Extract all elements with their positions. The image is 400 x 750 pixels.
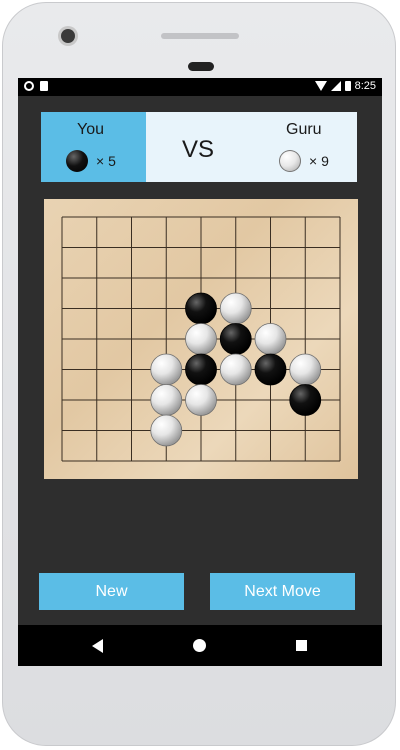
black-stone	[254, 353, 287, 386]
white-stone	[150, 353, 183, 386]
next-move-button[interactable]: Next Move	[210, 573, 355, 610]
white-stone	[185, 384, 217, 416]
android-nav-bar	[18, 625, 382, 666]
cell-signal-icon	[330, 81, 341, 91]
sd-card-icon	[40, 81, 48, 91]
board-grid[interactable]	[44, 199, 358, 479]
white-stone	[185, 323, 217, 355]
proximity-sensor	[188, 62, 214, 71]
earpiece-speaker	[161, 33, 239, 39]
battery-icon	[344, 81, 351, 91]
status-time: 8:25	[354, 80, 376, 92]
black-stone	[185, 292, 217, 325]
score-panel: You × 5 VS Guru × 9	[41, 112, 357, 182]
player-you-count: × 5	[96, 153, 116, 169]
black-stone-icon	[66, 150, 88, 172]
recent-apps-icon[interactable]	[296, 640, 307, 651]
wifi-icon	[314, 81, 327, 91]
white-stone	[254, 323, 287, 355]
white-stone	[150, 384, 183, 416]
back-icon[interactable]	[92, 639, 103, 653]
white-stone	[150, 414, 183, 447]
white-stone-icon	[279, 150, 301, 172]
black-stone	[185, 353, 217, 386]
vs-label: VS	[182, 136, 215, 163]
white-stone	[219, 292, 252, 325]
new-game-button[interactable]: New	[39, 573, 184, 610]
game-board[interactable]	[44, 199, 358, 479]
front-camera	[61, 29, 75, 43]
player-guru-name: Guru	[286, 121, 322, 138]
player-you-panel: You × 5	[41, 112, 146, 182]
black-stone	[219, 323, 252, 355]
white-stone	[289, 353, 322, 386]
player-guru-count: × 9	[309, 153, 329, 169]
notification-circle-icon	[24, 81, 34, 91]
status-bar: 8:25	[18, 78, 382, 96]
app-screen: 8:25 You × 5 VS Guru × 9 New Next Move	[18, 78, 382, 666]
black-stone	[289, 384, 322, 416]
home-icon[interactable]	[193, 639, 206, 652]
player-you-name: You	[77, 121, 104, 138]
white-stone	[219, 353, 252, 386]
